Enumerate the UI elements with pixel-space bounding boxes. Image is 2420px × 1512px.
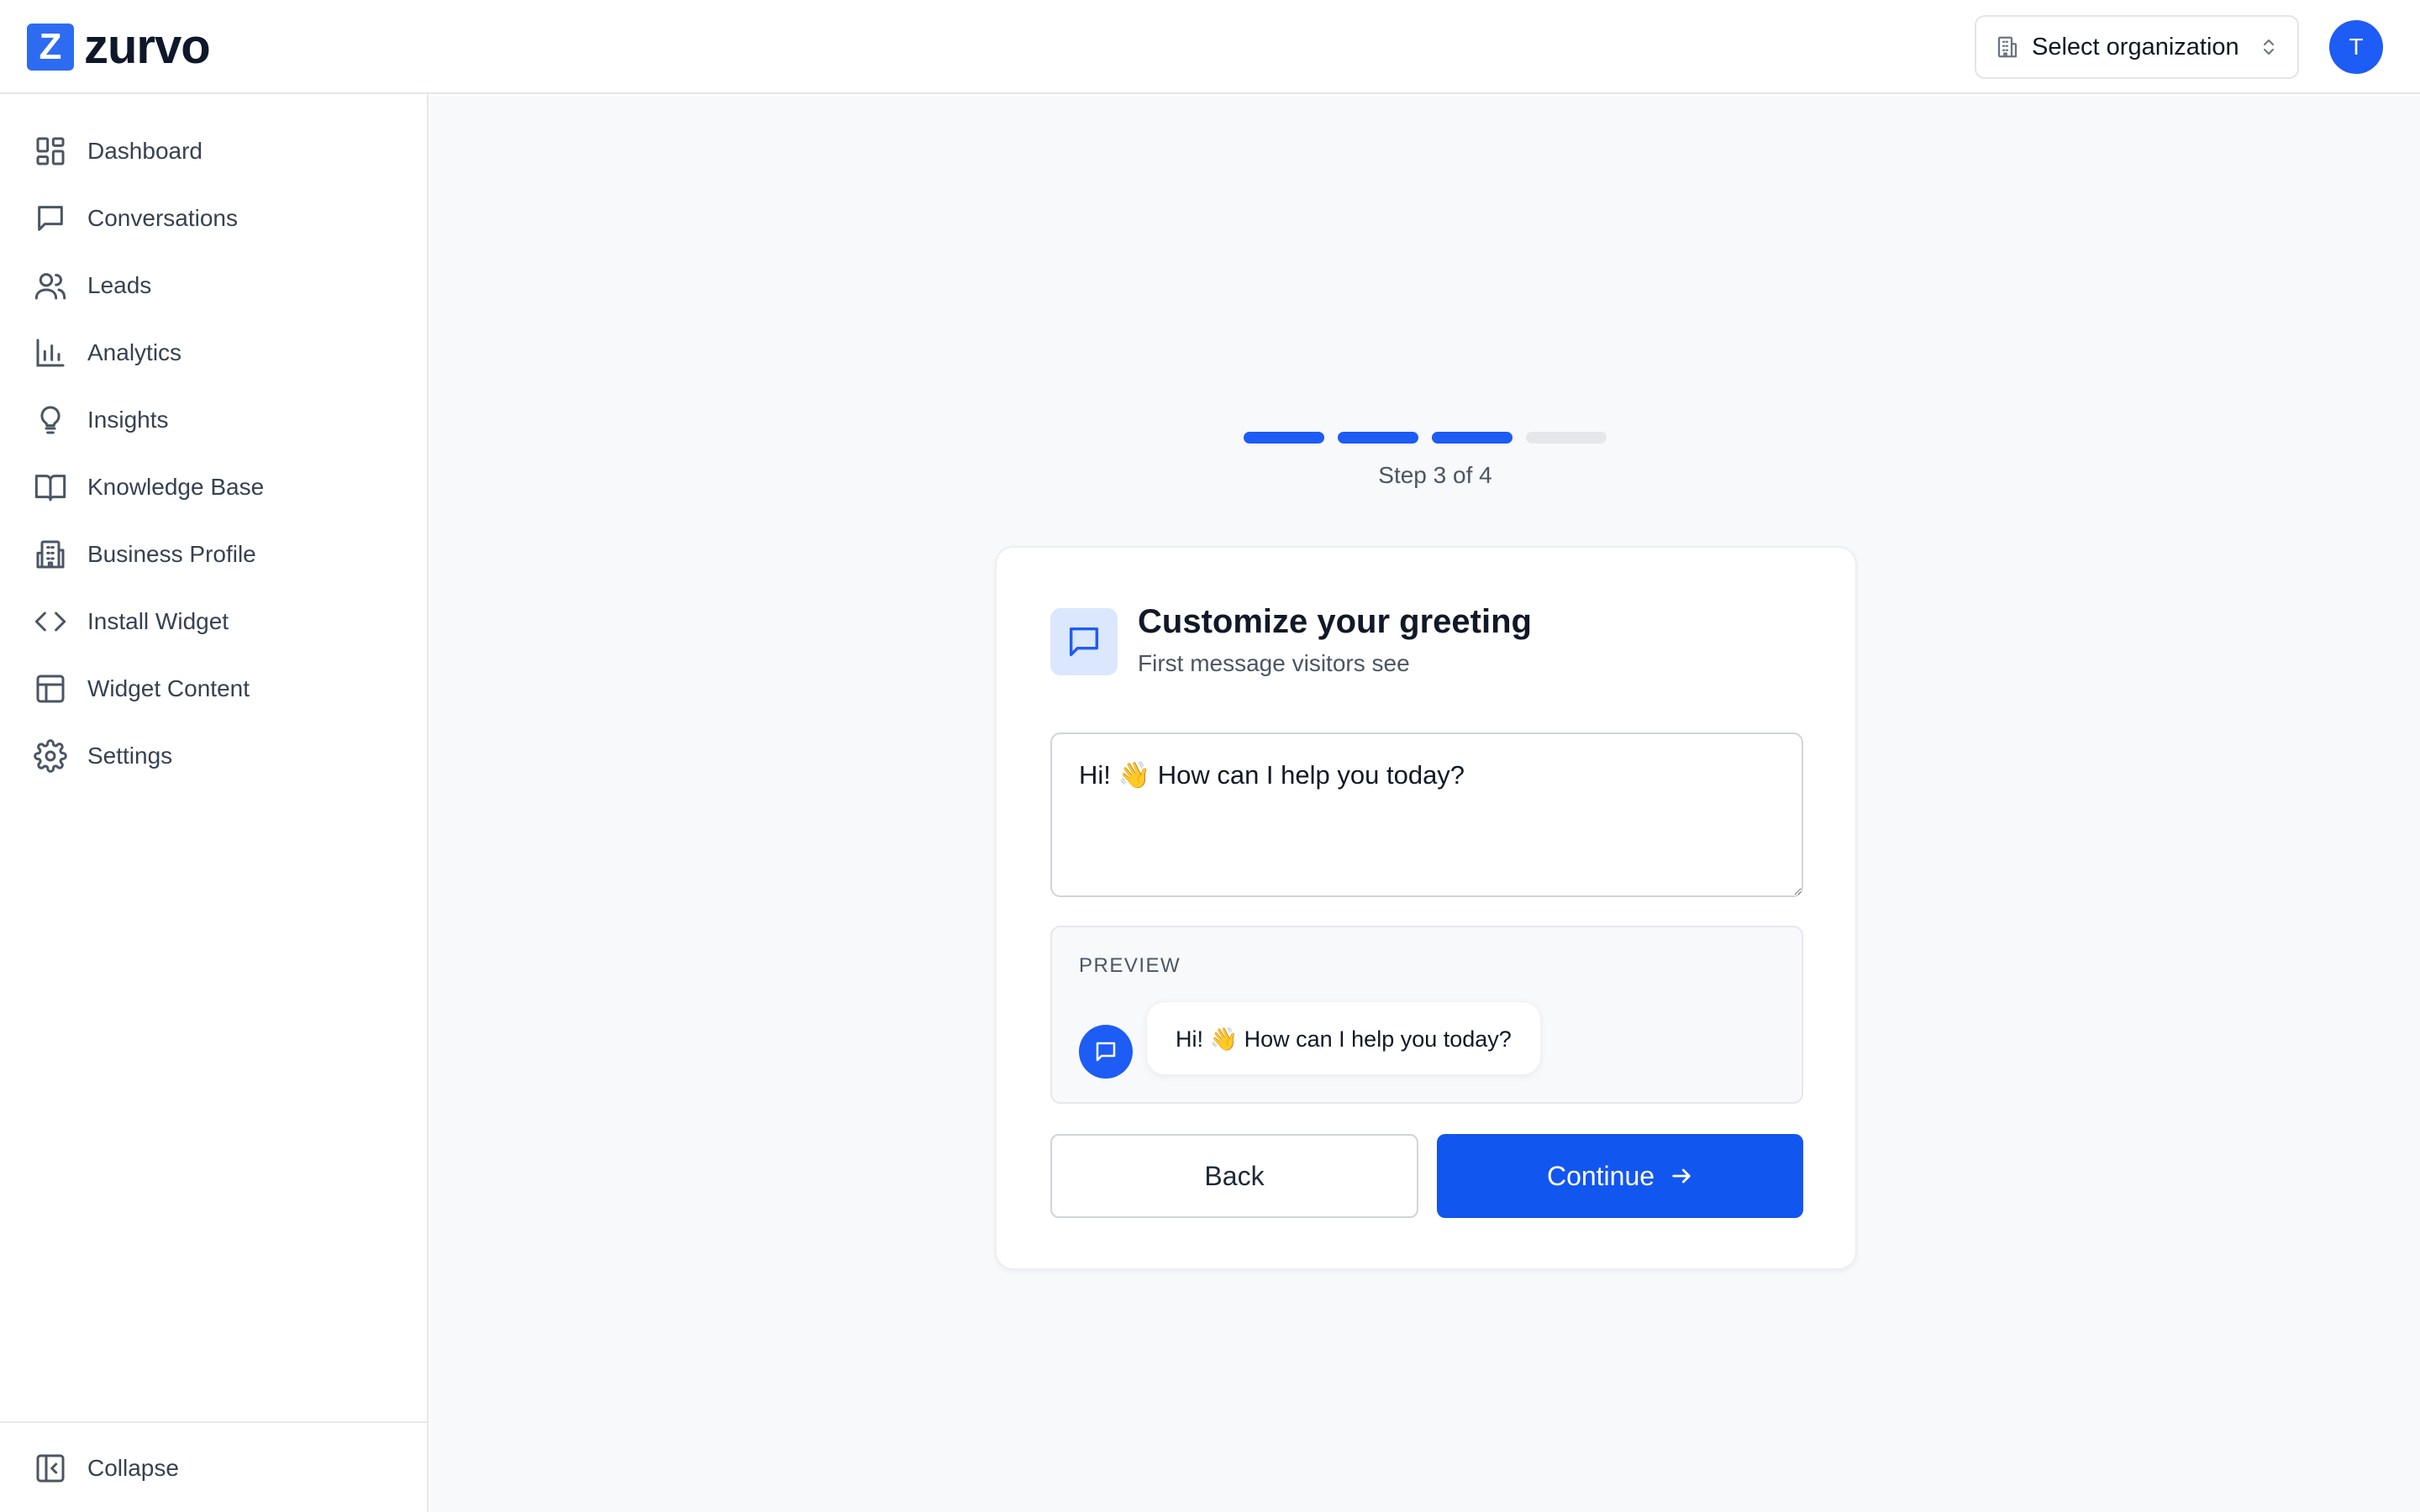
layout-icon [36,675,65,703]
sidebar: Dashboard Conversations Leads Analytics … [0,94,429,1512]
bar-chart-icon [36,339,65,367]
logo-mark: Z [27,24,74,71]
progress-segment-4 [1526,432,1607,444]
building-icon [1997,36,2018,58]
collapse-sidebar-button[interactable]: Collapse [20,1438,408,1499]
card-icon-tile [1050,608,1118,675]
sidebar-item-conversations[interactable]: Conversations [20,188,408,249]
sidebar-item-label: Business Profile [87,541,256,567]
greeting-textarea[interactable]: Hi! 👋 How can I help you today? [1050,732,1803,897]
sidebar-item-label: Analytics [87,339,182,365]
sidebar-item-label: Knowledge Base [87,474,265,500]
code-icon [34,612,66,632]
preview-message-bubble: Hi! 👋 How can I help you today? [1146,1001,1541,1075]
sidebar-item-business-profile[interactable]: Business Profile [20,524,408,585]
sidebar-item-analytics[interactable]: Analytics [20,323,408,383]
progress-segment-1 [1244,432,1324,444]
sidebar-item-leads[interactable]: Leads [20,255,408,316]
sidebar-item-settings[interactable]: Settings [20,726,408,786]
organization-select[interactable]: Select organization [1975,15,2299,79]
lightbulb-icon [40,406,60,434]
user-avatar[interactable]: T [2329,20,2383,74]
back-button-label: Back [1204,1160,1265,1191]
sidebar-item-knowledge-base[interactable]: Knowledge Base [20,457,408,517]
sidebar-item-install-widget[interactable]: Install Widget [20,591,408,652]
chevron-up-down-icon [2264,39,2274,55]
sidebar-item-label: Insights [87,407,169,433]
sidebar-item-label: Install Widget [87,608,229,634]
users-icon [34,273,66,300]
progress-segment-2 [1338,432,1418,444]
top-bar: Z zurvo Select organization T [0,0,2420,94]
gear-icon [34,739,67,773]
chat-bubble-icon [38,206,63,231]
sidebar-item-label: Widget Content [87,675,250,701]
sidebar-item-label: Settings [87,743,173,769]
step-indicator: Step 3 of 4 [1378,462,1492,488]
back-button[interactable]: Back [1050,1134,1418,1218]
step-progress [1244,432,1610,445]
sidebar-item-insights[interactable]: Insights [20,390,408,450]
app-name: zurvo [84,19,211,74]
sidebar-item-label: Dashboard [87,138,203,164]
progress-segment-3 [1432,432,1512,444]
preview-label: PREVIEW [1079,954,1181,977]
book-open-icon [34,475,66,501]
sidebar-item-label: Conversations [87,205,238,231]
chat-bubble-icon [1069,627,1099,657]
chat-bubble-icon [1096,1042,1116,1062]
building-icon [36,540,65,569]
organization-select-label: Select organization [2032,33,2239,60]
collapse-label: Collapse [87,1455,179,1481]
bot-avatar [1079,1025,1133,1079]
preview-panel: PREVIEW Hi! 👋 How can I help you today? [1050,926,1803,1104]
dashboard-grid-icon [36,137,65,165]
sidebar-divider [0,1421,427,1423]
app-logo[interactable]: Z zurvo [27,19,211,74]
main-content: Step 3 of 4 Customize your greeting Firs… [430,96,2420,1512]
arrow-right-icon [1672,1168,1691,1184]
greeting-card: Customize your greeting First message vi… [995,546,1857,1270]
sidebar-item-dashboard[interactable]: Dashboard [20,121,408,181]
panel-collapse-icon [36,1454,65,1483]
sidebar-item-label: Leads [87,272,152,298]
card-subtitle: First message visitors see [1138,650,1410,676]
continue-button[interactable]: Continue [1437,1134,1803,1218]
continue-button-label: Continue [1546,1160,1655,1191]
sidebar-item-widget-content[interactable]: Widget Content [20,659,408,719]
card-title: Customize your greeting [1138,603,1532,640]
